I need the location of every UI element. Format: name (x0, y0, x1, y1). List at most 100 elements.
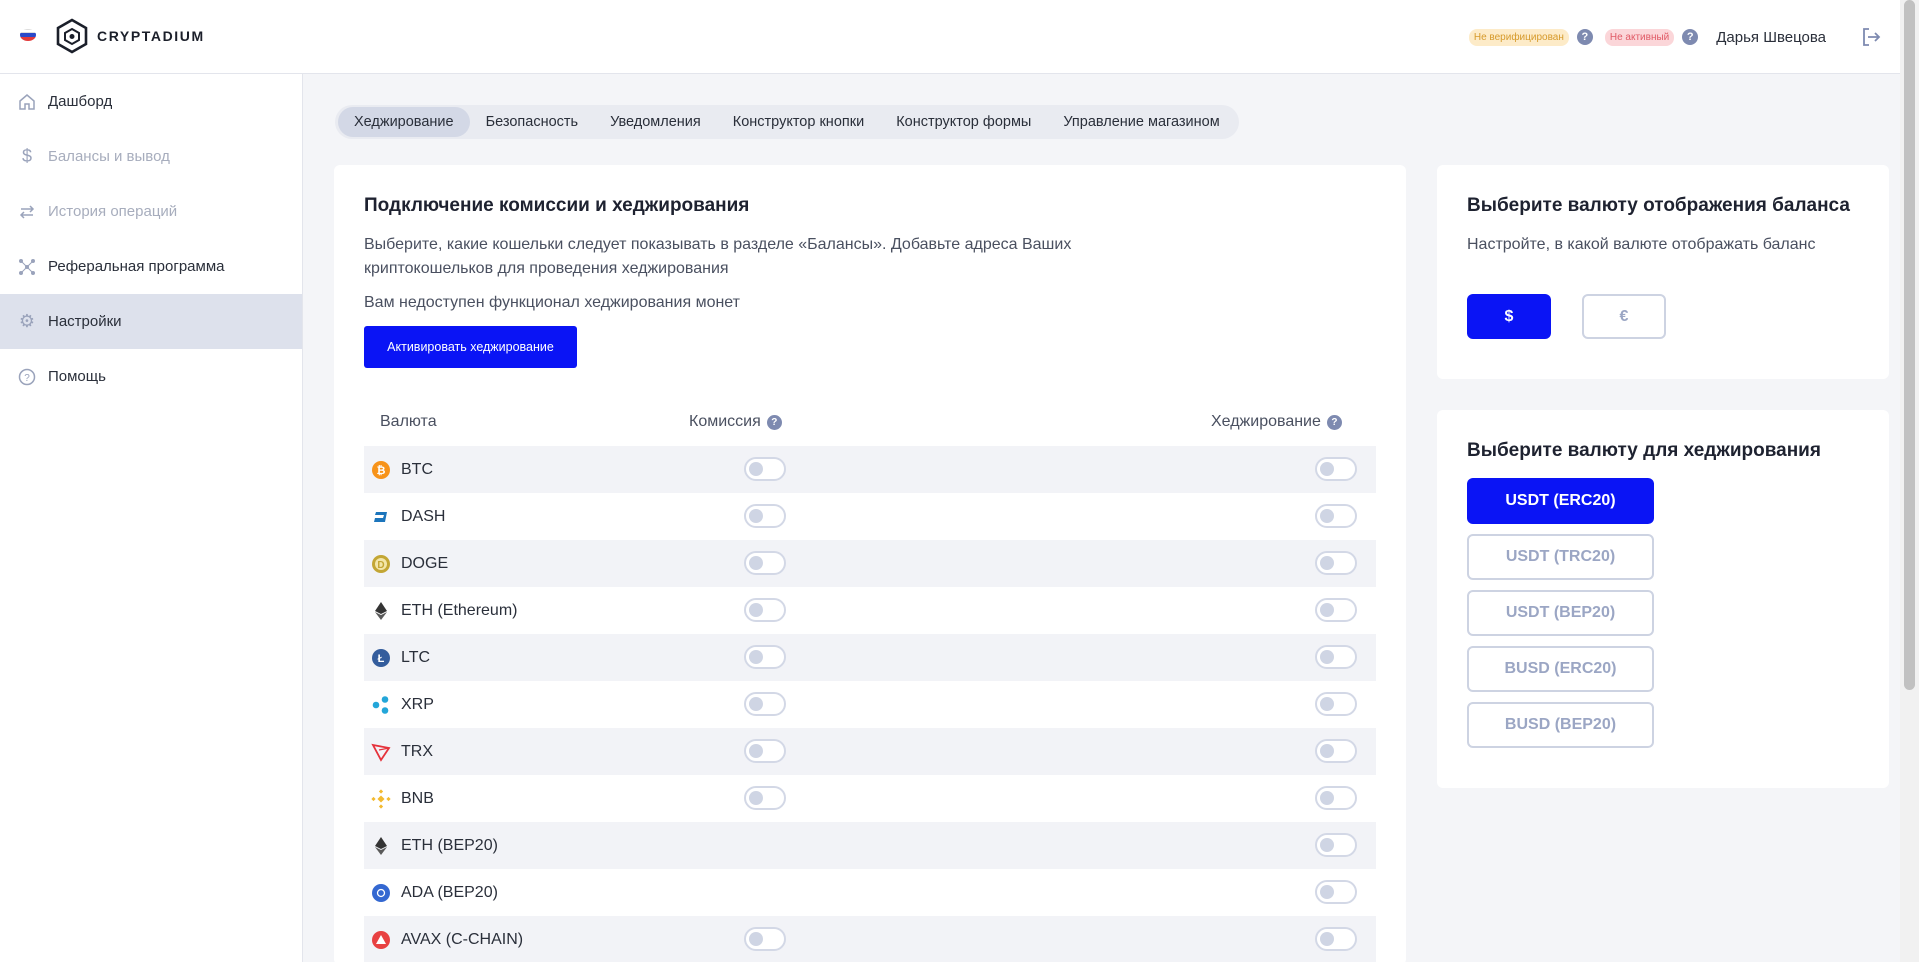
logo[interactable]: CRYPTADIUM (55, 18, 205, 54)
hedge-option-usdt-trc20[interactable]: USDT (TRC20) (1467, 534, 1654, 580)
hedging-toggle[interactable] (1315, 927, 1357, 951)
commission-toggle[interactable] (744, 457, 786, 481)
sidebar-item-label: Помощь (48, 368, 106, 385)
btc-icon: ₿ (371, 460, 391, 480)
hedging-toggle[interactable] (1315, 786, 1357, 810)
hedge-option-busd-bep20[interactable]: BUSD (BEP20) (1467, 702, 1654, 748)
eth-icon (371, 601, 391, 621)
dollar-icon: $ (21, 146, 32, 166)
bnb-icon (371, 788, 391, 809)
commission-toggle[interactable] (744, 927, 786, 951)
commission-toggle[interactable] (744, 692, 786, 716)
trx-icon (371, 742, 391, 762)
hedging-toggle[interactable] (1315, 880, 1357, 904)
avax-icon (371, 930, 391, 950)
question-icon: ? (18, 368, 36, 386)
currency-name: ADA (BEP20) (401, 883, 498, 901)
sidebar-item-balances[interactable]: $ Балансы и вывод (0, 129, 302, 184)
hedge-currency-card: Выберите валюту для хеджирования USDT (E… (1437, 410, 1889, 788)
eur-button[interactable]: € (1582, 294, 1666, 339)
currency-name: DOGE (401, 554, 449, 572)
sidebar-item-history[interactable]: История операций (0, 184, 302, 239)
hedge-option-usdt-erc20[interactable]: USDT (ERC20) (1467, 478, 1654, 524)
sidebar-item-label: Дашборд (48, 93, 113, 110)
currency-name: AVAX (C-CHAIN) (401, 930, 524, 948)
hedging-toggle[interactable] (1315, 551, 1357, 575)
sidebar-item-referral[interactable]: Реферальная программа (0, 239, 302, 294)
table-row: Ł LTC (364, 634, 1376, 681)
hedging-toggle[interactable] (1315, 833, 1357, 857)
hedging-toggle[interactable] (1315, 739, 1357, 763)
currency-name: ETH (BEP20) (401, 836, 498, 854)
hedging-toggle[interactable] (1315, 692, 1357, 716)
table-row: XRP (364, 681, 1376, 728)
logout-icon[interactable] (1860, 26, 1882, 48)
unverified-badge: Не верифицирован (1468, 28, 1569, 46)
top-header: CRYPTADIUM Не верифицирован ? Не активны… (0, 0, 1900, 74)
ltc-icon: Ł (371, 648, 391, 668)
hedging-description: Выберите, какие кошельки следует показыв… (364, 236, 1072, 277)
column-hedging: Хеджирование? (1211, 413, 1342, 431)
commission-toggle[interactable] (744, 504, 786, 528)
column-commission: Комиссия? (689, 413, 782, 431)
tab-security[interactable]: Безопасность (470, 107, 595, 137)
help-icon[interactable]: ? (1576, 29, 1593, 45)
ada-icon (371, 883, 391, 903)
settings-tabs: Хеджирование Безопасность Уведомления Ко… (335, 105, 1239, 139)
table-row: TRX (364, 728, 1376, 775)
usd-button[interactable]: $ (1467, 294, 1551, 339)
svg-text:D: D (377, 560, 384, 571)
home-icon (18, 93, 36, 111)
balance-card-subtitle: Настройте, в какой валюте отображать бал… (1467, 236, 1816, 253)
hedging-help-icon[interactable]: ? (1326, 415, 1342, 430)
eth-icon (371, 836, 391, 856)
page-scrollbar[interactable] (1900, 0, 1919, 962)
sidebar-item-settings[interactable]: ⚙ Настройки (0, 294, 302, 349)
hedging-unavailable-text: Вам недоступен функционал хеджирования м… (364, 294, 740, 311)
hedge-option-usdt-bep20[interactable]: USDT (BEP20) (1467, 590, 1654, 636)
commission-toggle[interactable] (744, 598, 786, 622)
arrows-icon (18, 203, 36, 221)
scrollbar-thumb[interactable] (1904, 0, 1915, 690)
user-name[interactable]: Дарья Швецова (1716, 29, 1826, 46)
hedging-toggle[interactable] (1315, 645, 1357, 669)
sidebar-item-label: Настройки (48, 313, 122, 330)
tab-shop-management[interactable]: Управление магазином (1047, 107, 1235, 137)
svg-text:₿: ₿ (377, 465, 386, 477)
table-row: AVAX (C-CHAIN) (364, 916, 1376, 962)
russian-flag-icon[interactable] (20, 29, 36, 41)
commission-help-icon[interactable]: ? (766, 415, 782, 430)
hedging-toggle[interactable] (1315, 457, 1357, 481)
help-icon[interactable]: ? (1682, 29, 1699, 45)
sidebar-item-dashboard[interactable]: Дашборд (0, 74, 302, 129)
table-row: ADA (BEP20) (364, 869, 1376, 916)
tab-notifications[interactable]: Уведомления (594, 107, 717, 137)
sidebar-item-help[interactable]: ? Помощь (0, 349, 302, 404)
table-row: D DOGE (364, 540, 1376, 587)
currency-name: BTC (401, 460, 433, 478)
logo-text: CRYPTADIUM (97, 28, 205, 44)
hedging-toggle[interactable] (1315, 598, 1357, 622)
sidebar-item-label: Балансы и вывод (48, 148, 170, 165)
commission-toggle[interactable] (744, 551, 786, 575)
tab-hedging[interactable]: Хеджирование (338, 107, 470, 137)
sidebar-item-label: История операций (48, 203, 178, 220)
table-row: ₿ BTC (364, 446, 1376, 493)
network-icon (18, 258, 36, 276)
currency-name: ETH (Ethereum) (401, 601, 518, 619)
commission-toggle[interactable] (744, 786, 786, 810)
commission-toggle[interactable] (744, 645, 786, 669)
hedge-option-busd-erc20[interactable]: BUSD (ERC20) (1467, 646, 1654, 692)
table-row: ETH (BEP20) (364, 822, 1376, 869)
sidebar-item-label: Реферальная программа (48, 258, 225, 275)
tab-button-builder[interactable]: Конструктор кнопки (717, 107, 880, 137)
activate-hedging-button[interactable]: Активировать хеджирование (364, 326, 577, 368)
sidebar: Дашборд $ Балансы и вывод История операц… (0, 74, 303, 962)
table-row: DASH (364, 493, 1376, 540)
commission-toggle[interactable] (744, 739, 786, 763)
svg-text:?: ? (24, 373, 30, 384)
currency-name: BNB (401, 789, 434, 807)
hedging-toggle[interactable] (1315, 504, 1357, 528)
currency-name: XRP (401, 695, 434, 713)
tab-form-builder[interactable]: Конструктор формы (880, 107, 1047, 137)
